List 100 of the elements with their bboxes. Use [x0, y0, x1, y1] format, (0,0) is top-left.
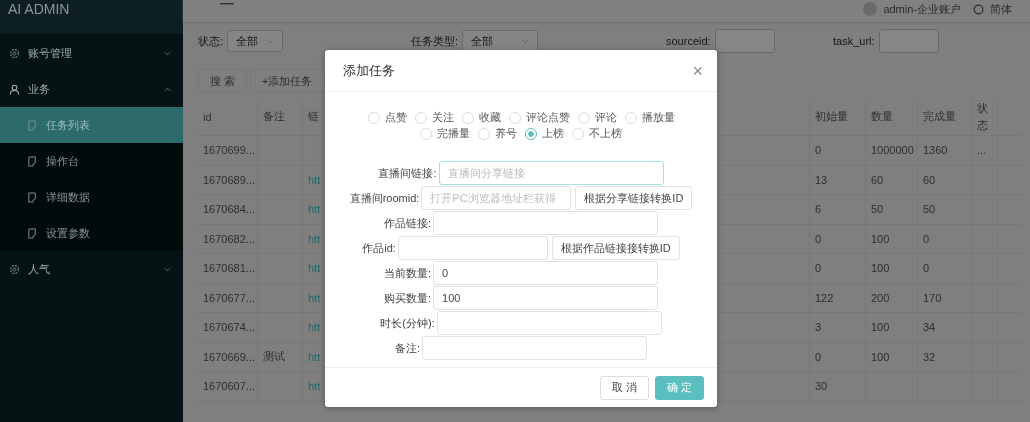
table-cell: 1670689... — [203, 173, 255, 186]
submenu-item[interactable]: 设置参数 — [0, 215, 183, 251]
column-header: 完成量 — [918, 98, 972, 135]
table-cell: 100 — [871, 262, 890, 275]
table-cell: 122 — [815, 291, 834, 304]
table-cell: 30 — [815, 380, 828, 393]
table-cell: 1670682... — [203, 232, 255, 245]
cancel-button[interactable]: 取 消 — [599, 375, 649, 400]
filter-label: 任务类型: — [411, 33, 459, 49]
menu-item[interactable]: 账号管理 — [0, 35, 183, 71]
filter-input[interactable] — [878, 29, 939, 53]
input-field[interactable] — [397, 236, 548, 260]
filter-select[interactable]: 全部 — [227, 30, 284, 52]
radio-option[interactable]: 不上榜 — [572, 126, 622, 141]
filter-select[interactable]: 全部 — [462, 30, 539, 52]
table-cell: 13 — [815, 173, 828, 186]
chevron-down-icon — [521, 38, 530, 44]
radio-option[interactable]: 播放量 — [624, 110, 675, 125]
table-cell: 1670607... — [203, 380, 255, 393]
gear-icon — [9, 263, 20, 275]
table-cell: 100 — [871, 321, 890, 334]
field-label: 购买数量: — [383, 290, 432, 306]
table-cell: 50 — [923, 203, 936, 216]
document-icon — [27, 191, 38, 203]
radio-option[interactable]: 点赞 — [367, 110, 407, 125]
field-label: 作品链接: — [383, 215, 432, 231]
table-cell: 100 — [871, 232, 890, 245]
table-cell: 200 — [871, 291, 890, 304]
convert-button[interactable]: 根据作品链接接转换ID — [551, 236, 680, 260]
table-cell: 32 — [923, 350, 936, 363]
table-cell: 0 — [923, 262, 930, 275]
input-field[interactable] — [433, 211, 659, 235]
table-cell: 0 — [815, 144, 822, 157]
field-label: 当前数量: — [383, 265, 432, 281]
column-header: 状态 — [972, 98, 998, 135]
table-cell: 1000000 — [871, 144, 914, 157]
radio-option[interactable]: 完播量 — [420, 126, 470, 141]
table-cell: 60 — [923, 173, 936, 186]
submenu-item[interactable]: 操作台 — [0, 143, 183, 179]
close-button[interactable]: × — [692, 61, 703, 80]
field-label: 作品id: — [362, 240, 396, 256]
add-task-button[interactable]: +添加任务 — [250, 69, 325, 93]
submenu-item[interactable]: 详细数据 — [0, 179, 183, 215]
table-cell: 0 — [815, 262, 822, 275]
table-cell: 1670684... — [203, 203, 255, 216]
table-cell-text: ... — [977, 143, 987, 158]
input-field[interactable] — [422, 336, 648, 360]
column-header: 链 — [307, 109, 320, 124]
radio-option[interactable]: 关注 — [414, 110, 454, 125]
search-button[interactable]: 搜 索 — [198, 69, 248, 93]
user-icon — [9, 83, 20, 95]
table-cell: 0 — [815, 350, 822, 363]
table-cell: 170 — [923, 291, 942, 304]
input-field[interactable] — [436, 311, 662, 335]
input-field[interactable]: 0 — [433, 261, 659, 285]
column-header: 初始量 — [810, 98, 866, 135]
table-cell: 0 — [815, 232, 822, 245]
document-icon — [27, 155, 38, 167]
table-cell: 测试 — [263, 349, 285, 365]
chevron-down-icon — [164, 50, 171, 56]
document-icon — [27, 227, 38, 239]
menu-icon[interactable] — [220, 2, 234, 6]
field-label: 直播间链接: — [378, 165, 437, 181]
input-field[interactable]: 直播间分享链接 — [438, 161, 664, 185]
radio-option[interactable]: 评论点赞 — [508, 110, 570, 125]
table-cell: 1670699... — [203, 144, 255, 157]
language-label[interactable]: 简体 — [990, 1, 1012, 17]
gear-icon — [9, 47, 20, 59]
menu-item[interactable]: 业务 — [0, 71, 183, 107]
input-field[interactable]: 100 — [433, 286, 659, 310]
column-header: 备注 — [258, 98, 303, 135]
filter-input[interactable] — [714, 29, 775, 53]
input-field[interactable]: 打开PC浏览器地址栏获得 — [421, 186, 572, 210]
table-cell: 1670681... — [203, 262, 255, 275]
radio-option[interactable]: 评论 — [577, 110, 617, 125]
field-label: 时长(分钟): — [380, 315, 435, 331]
chevron-down-icon — [266, 38, 275, 44]
table-cell: 60 — [871, 173, 884, 186]
menu-item[interactable]: 人气 — [0, 251, 183, 287]
table-cell: 1670674... — [203, 321, 255, 334]
app-logo-title: AI ADMIN — [0, 0, 183, 34]
table-cell: 1360 — [923, 144, 948, 157]
column-header: id — [198, 98, 258, 135]
dialog-title: 添加任务 — [343, 61, 395, 80]
table-cell: 0 — [923, 232, 930, 245]
radio-option[interactable]: 上榜 — [525, 126, 564, 141]
convert-button[interactable]: 根据分享链接转换ID — [575, 186, 693, 210]
field-label: 备注: — [394, 340, 421, 356]
user-name[interactable]: admin-企业账户 — [883, 1, 961, 17]
radio-option[interactable]: 养号 — [478, 126, 517, 141]
table-cell: 50 — [871, 203, 884, 216]
radio-option[interactable]: 收藏 — [461, 110, 501, 125]
document-icon — [27, 119, 38, 131]
filter-label: sourceid: — [666, 35, 711, 47]
table-cell: 1670669... — [203, 350, 255, 363]
table-cell: 3 — [815, 321, 822, 334]
table-cell: 100 — [871, 350, 890, 363]
filter-label: 状态: — [198, 33, 224, 49]
column-header: 数量 — [866, 98, 918, 135]
filter-label: task_url: — [833, 35, 875, 47]
